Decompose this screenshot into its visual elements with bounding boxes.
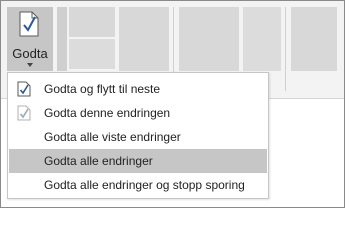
accept-button-label: Godta [12,46,48,61]
menu-item-label: Godta alle viste endringer [44,130,181,144]
document-checkmark-icon [19,11,39,37]
ribbon-ghost-button [69,39,115,69]
ribbon-ghost-button [243,7,281,71]
ribbon-ghost-button [119,7,169,71]
accept-dropdown-menu: Godta og flytt til neste Godta denne end… [7,72,269,199]
menu-item-accept-all-shown[interactable]: Godta alle viste endringer [9,125,267,149]
menu-item-label: Godta og flytt til neste [44,82,161,96]
menu-item-label: Godta denne endringen [44,106,171,120]
ribbon-ghost-button [69,7,115,37]
menu-item-accept-all-stop-tracking[interactable]: Godta alle endringer og stopp sporing [9,173,267,197]
accept-button[interactable]: Godta [7,7,53,71]
menu-item-accept-all[interactable]: Godta alle endringer [9,149,267,173]
menu-item-label: Godta alle endringer og stopp sporing [44,178,245,192]
chevron-down-icon [27,63,33,67]
ribbon-ghost-button [291,7,337,71]
menu-item-accept-this-change[interactable]: Godta denne endringen [9,101,267,125]
ribbon-separator [285,7,286,91]
menu-item-label: Godta alle endringer [44,154,153,168]
ribbon-ghost-button [57,7,67,71]
document-check-faded-icon [17,105,31,121]
ribbon-ghost-button [179,7,239,71]
document-check-icon [17,81,31,97]
menu-item-accept-and-move-next[interactable]: Godta og flytt til neste [9,77,267,101]
